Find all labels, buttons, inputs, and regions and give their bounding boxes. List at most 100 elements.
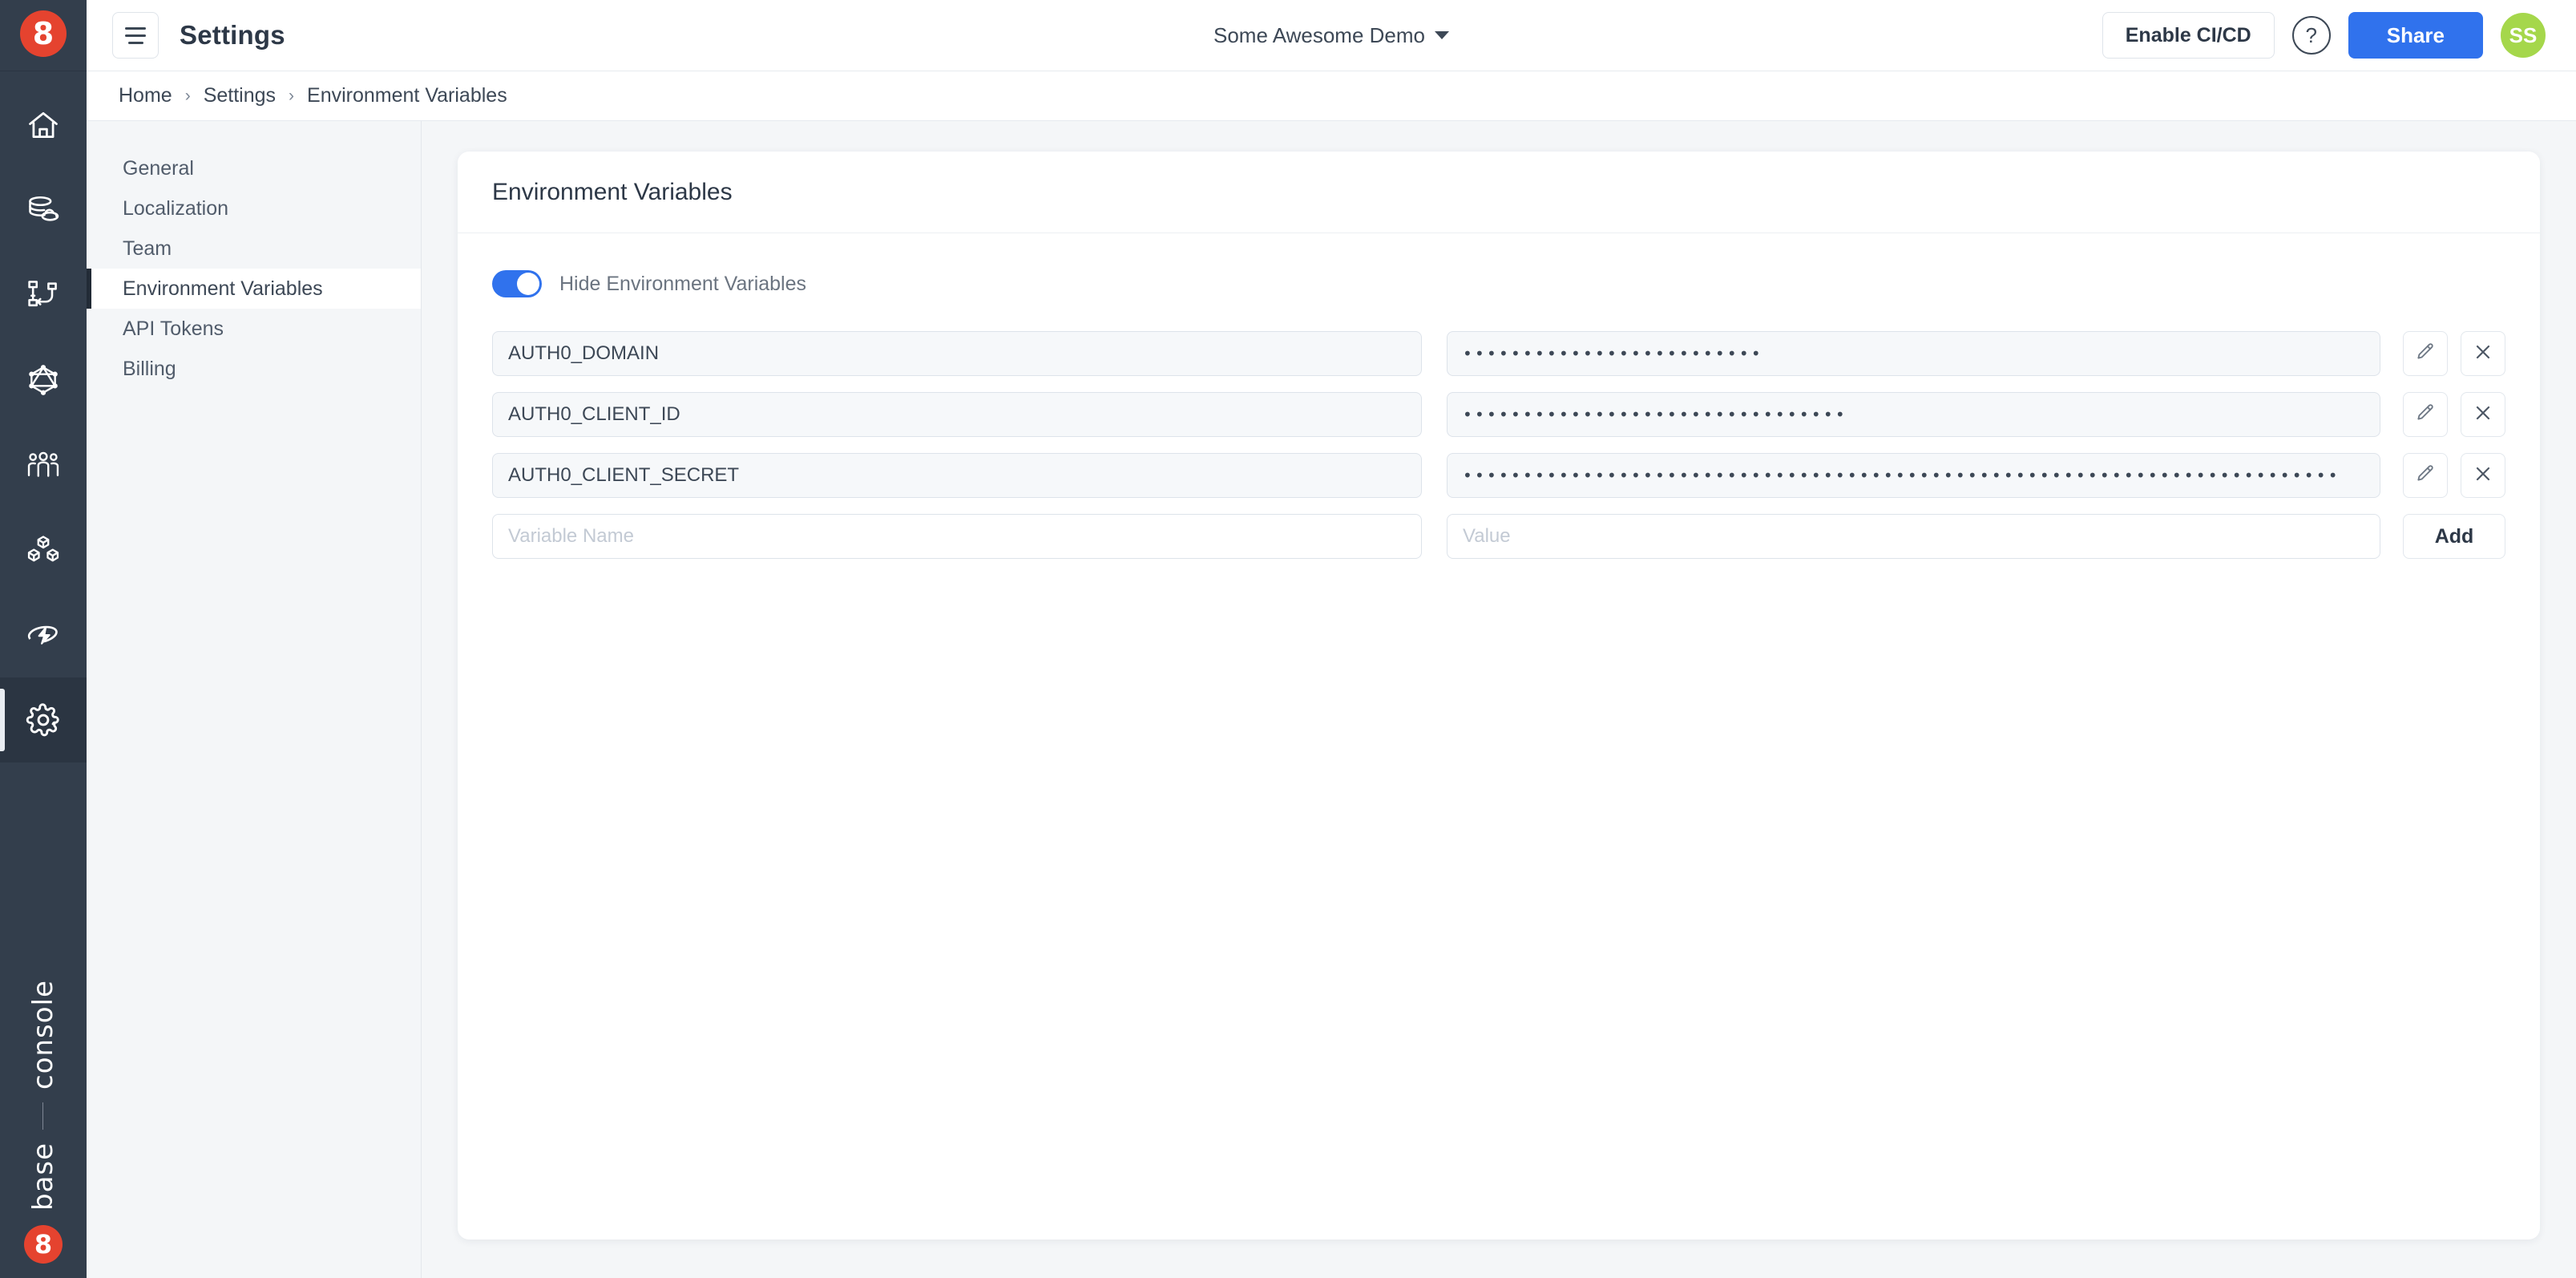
enable-cicd-button[interactable]: Enable CI/CD — [2102, 12, 2275, 59]
primary-nav-rail: 8 — [0, 0, 87, 1278]
card-body: Hide Environment Variables AUTH0_DOMAIN … — [458, 233, 2540, 1240]
new-variable-name-placeholder: Variable Name — [508, 525, 634, 548]
top-bar-actions: Enable CI/CD ? Share SS — [2102, 12, 2546, 59]
table-row: AUTH0_CLIENT_SECRET ••••••••••••••••••••… — [492, 453, 2505, 498]
sidebar-item-localization[interactable]: Localization — [87, 188, 421, 229]
top-bar: Settings Some Awesome Demo Enable CI/CD … — [87, 0, 2576, 71]
gear-icon — [25, 702, 62, 738]
sidebar-item-api-tokens[interactable]: API Tokens — [87, 309, 421, 349]
workflow-icon — [26, 277, 61, 313]
home-icon — [26, 107, 61, 143]
main-content: Environment Variables Hide Environment V… — [422, 121, 2576, 1278]
database-icon — [26, 192, 61, 228]
variable-name-field[interactable]: AUTH0_CLIENT_SECRET — [492, 453, 1422, 498]
edit-variable-button[interactable] — [2403, 453, 2448, 498]
close-icon — [2473, 342, 2493, 366]
sidebar-item-billing[interactable]: Billing — [87, 349, 421, 389]
hamburger-line-2 — [125, 34, 146, 37]
close-icon — [2473, 403, 2493, 427]
rail-item-workflow[interactable] — [0, 253, 87, 338]
brand-mark-text: 8 — [34, 1231, 52, 1257]
settings-subnav: General Localization Team Environment Va… — [87, 121, 422, 1278]
right-pane: Settings Some Awesome Demo Enable CI/CD … — [87, 0, 2576, 1278]
new-variable-name-input[interactable]: Variable Name — [492, 514, 1422, 559]
share-button[interactable]: Share — [2348, 12, 2483, 59]
app-logo-text: 8 — [33, 18, 54, 49]
avatar[interactable]: SS — [2501, 13, 2546, 58]
new-variable-row: Variable Name Value Add — [492, 514, 2505, 559]
rail-item-apps[interactable] — [0, 508, 87, 592]
brand-product: console — [27, 980, 59, 1090]
row-actions — [2403, 453, 2505, 498]
project-name: Some Awesome Demo — [1213, 23, 1425, 48]
sidebar-item-team[interactable]: Team — [87, 229, 421, 269]
brand-separator — [43, 1102, 44, 1130]
breadcrumb: Home › Settings › Environment Variables — [87, 71, 2576, 121]
brand-mark-icon: 8 — [24, 1225, 63, 1264]
add-variable-button[interactable]: Add — [2403, 514, 2505, 559]
row-actions — [2403, 392, 2505, 437]
edit-variable-button[interactable] — [2403, 331, 2448, 376]
sidebar-item-general[interactable]: General — [87, 148, 421, 188]
environment-variables-card: Environment Variables Hide Environment V… — [458, 152, 2540, 1240]
toggle-knob — [517, 273, 539, 295]
rail-item-functions[interactable] — [0, 592, 87, 677]
pencil-icon — [2415, 463, 2436, 488]
pencil-icon — [2415, 342, 2436, 366]
delete-variable-button[interactable] — [2461, 453, 2505, 498]
functions-lightning-icon — [25, 617, 62, 653]
page-title: Settings — [180, 20, 285, 51]
body-area: General Localization Team Environment Va… — [87, 121, 2576, 1278]
apps-cubes-icon — [26, 532, 61, 568]
users-icon — [26, 447, 61, 483]
hide-variables-row: Hide Environment Variables — [492, 270, 2505, 297]
rail-item-data[interactable] — [0, 168, 87, 253]
hide-environment-variables-label: Hide Environment Variables — [559, 273, 806, 296]
breadcrumb-item-current: Environment Variables — [307, 84, 507, 107]
masked-value: •••••••••••••••••••••••••••••••• — [1463, 406, 1847, 423]
project-switcher[interactable]: Some Awesome Demo — [1213, 23, 1449, 48]
sidebar-item-environment-variables[interactable]: Environment Variables — [87, 269, 421, 309]
pencil-icon — [2415, 402, 2436, 427]
rail-item-home[interactable] — [0, 83, 87, 168]
app-root: 8 — [0, 0, 2576, 1278]
edit-variable-button[interactable] — [2403, 392, 2448, 437]
variable-value-field[interactable]: ••••••••••••••••••••••••••••••••••••••••… — [1447, 453, 2380, 498]
card-title: Environment Variables — [492, 179, 733, 206]
variable-value-field[interactable]: ••••••••••••••••••••••••• — [1447, 331, 2380, 376]
delete-variable-button[interactable] — [2461, 331, 2505, 376]
breadcrumb-separator-icon: › — [185, 87, 191, 106]
close-icon — [2473, 464, 2493, 487]
app-logo-icon[interactable]: 8 — [20, 10, 67, 57]
variable-name-field[interactable]: AUTH0_DOMAIN — [492, 331, 1422, 376]
rail-item-users[interactable] — [0, 423, 87, 508]
variable-value-field[interactable]: •••••••••••••••••••••••••••••••• — [1447, 392, 2380, 437]
hamburger-line-3 — [128, 42, 143, 44]
breadcrumb-item-home[interactable]: Home — [119, 84, 172, 107]
new-variable-value-placeholder: Value — [1463, 525, 1511, 548]
brand-name: base — [27, 1143, 59, 1211]
card-header: Environment Variables — [458, 152, 2540, 233]
table-row: AUTH0_DOMAIN ••••••••••••••••••••••••• — [492, 331, 2505, 376]
add-slot: Add — [2403, 514, 2505, 559]
variable-name-field[interactable]: AUTH0_CLIENT_ID — [492, 392, 1422, 437]
masked-value: ••••••••••••••••••••••••• — [1463, 346, 1763, 362]
breadcrumb-separator-icon: › — [289, 87, 294, 106]
menu-toggle-button[interactable] — [112, 12, 159, 59]
delete-variable-button[interactable] — [2461, 392, 2505, 437]
rail-icon-list — [0, 83, 87, 762]
help-icon[interactable]: ? — [2292, 16, 2331, 55]
masked-value: ••••••••••••••••••••••••••••••••••••••••… — [1463, 467, 2340, 483]
rail-footer: base console 8 — [0, 980, 87, 1264]
graphql-icon — [26, 362, 61, 398]
chevron-down-icon — [1435, 31, 1449, 39]
table-row: AUTH0_CLIENT_ID ••••••••••••••••••••••••… — [492, 392, 2505, 437]
rail-item-settings[interactable] — [0, 677, 87, 762]
row-actions — [2403, 331, 2505, 376]
hamburger-line-1 — [125, 27, 146, 30]
brand-vertical-label: base console — [27, 980, 59, 1211]
breadcrumb-item-settings[interactable]: Settings — [204, 84, 276, 107]
new-variable-value-input[interactable]: Value — [1447, 514, 2380, 559]
rail-item-api-explorer[interactable] — [0, 338, 87, 423]
hide-environment-variables-toggle[interactable] — [492, 270, 542, 297]
